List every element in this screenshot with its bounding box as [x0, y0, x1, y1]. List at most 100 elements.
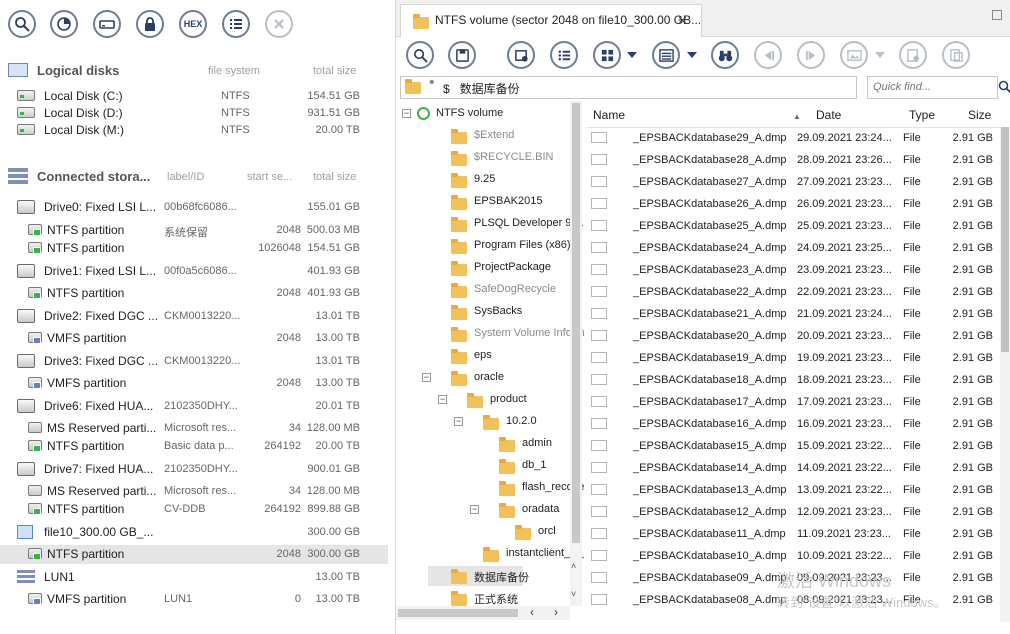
tree-node[interactable]: SafeDogRecycle: [396, 280, 584, 300]
tree-node[interactable]: admin: [396, 434, 584, 454]
previous-button[interactable]: [754, 41, 782, 69]
file-row[interactable]: _EPSBACKdatabase11_A.dmp 11.09.2021 23:23…: [587, 523, 997, 545]
tree-node[interactable]: instantclient_11_2: [396, 544, 584, 564]
scan-button[interactable]: [50, 10, 78, 38]
dropdown-caret-icon[interactable]: [687, 52, 697, 58]
storage-item[interactable]: file10_300.00 GB_... 300.00 GB: [0, 523, 388, 542]
tree-node[interactable]: PLSQL Developer 9.0.4.: [396, 214, 584, 234]
collapse-icon[interactable]: −: [438, 395, 447, 404]
search-icon[interactable]: [998, 80, 1010, 94]
tree-scroll-down-icon[interactable]: ˅: [571, 589, 576, 599]
file-row[interactable]: _EPSBACKdatabase22_A.dmp 22.09.2021 23:23…: [587, 281, 997, 303]
file-row[interactable]: _EPSBACKdatabase21_A.dmp 21.09.2021 23:24…: [587, 303, 997, 325]
preview-button[interactable]: [840, 41, 868, 69]
tree-node[interactable]: $Extend: [396, 126, 584, 146]
tree-node[interactable]: − oradata: [396, 500, 584, 520]
col-total-size-2[interactable]: total size: [313, 171, 356, 183]
tree-horizontal-scrollbar[interactable]: ‹ ›: [396, 605, 570, 620]
mount-button[interactable]: [93, 10, 121, 38]
file-row[interactable]: _EPSBACKdatabase19_A.dmp 19.09.2021 23:23…: [587, 347, 997, 369]
logical-disk-item[interactable]: Local Disk (M:) NTFS 20.00 TB: [0, 121, 388, 140]
tree-node[interactable]: flash_recovery: [396, 478, 584, 498]
partition-item[interactable]: NTFS partition 1026048 154.51 GB: [0, 239, 388, 258]
tree-node[interactable]: − NTFS volume: [396, 104, 584, 124]
tree-node[interactable]: ProjectPackage: [396, 258, 584, 278]
col-size[interactable]: Size: [968, 108, 991, 122]
file-row[interactable]: _EPSBACKdatabase16_A.dmp 16.09.2021 23:23…: [587, 413, 997, 435]
partition-item[interactable]: NTFS partition 2048 300.00 GB: [0, 545, 388, 564]
scroll-left-icon[interactable]: ‹: [530, 605, 534, 619]
file-row[interactable]: _EPSBACKdatabase20_A.dmp 20.09.2021 23:23…: [587, 325, 997, 347]
partition-item[interactable]: NTFS partition 系统保留 2048 500.03 MB: [0, 221, 388, 240]
find-button[interactable]: [406, 41, 434, 69]
detail-view-button[interactable]: [652, 41, 680, 69]
tree-node[interactable]: 9.25: [396, 170, 584, 190]
tree-node[interactable]: orcl: [396, 522, 584, 542]
file-row[interactable]: _EPSBACKdatabase27_A.dmp 27.09.2021 23:23…: [587, 171, 997, 193]
search-binoculars-button[interactable]: [711, 41, 739, 69]
tree-node[interactable]: − product: [396, 390, 584, 410]
view-mode-button[interactable]: [593, 41, 621, 69]
tree-vertical-scrollbar[interactable]: ˄ ˅: [570, 101, 582, 606]
hex-button[interactable]: HEX: [179, 10, 207, 38]
col-label-id[interactable]: label/ID: [167, 171, 204, 183]
file-row[interactable]: _EPSBACKdatabase25_A.dmp 25.09.2021 23:23…: [587, 215, 997, 237]
list-scroll-thumb[interactable]: [1001, 127, 1009, 352]
next-button[interactable]: [797, 41, 825, 69]
collapse-icon[interactable]: −: [402, 109, 411, 118]
file-row[interactable]: _EPSBACKdatabase24_A.dmp 24.09.2021 23:25…: [587, 237, 997, 259]
tree-node[interactable]: $RECYCLE.BIN: [396, 148, 584, 168]
tree-node[interactable]: − 10.2.0: [396, 412, 584, 432]
file-row[interactable]: _EPSBACKdatabase15_A.dmp 15.09.2021 23:22…: [587, 435, 997, 457]
lock-button[interactable]: [136, 10, 164, 38]
dropdown-caret-icon[interactable]: [627, 52, 637, 58]
tree-node[interactable]: db_1: [396, 456, 584, 476]
storage-item[interactable]: Drive0: Fixed LSI L... 00b68fc6086... 155.…: [0, 198, 388, 217]
tree-hscroll-thumb[interactable]: [398, 609, 518, 617]
close-button[interactable]: [265, 10, 293, 38]
save-button[interactable]: [448, 41, 476, 69]
collapse-icon[interactable]: −: [454, 417, 463, 426]
col-file-system[interactable]: file system: [208, 65, 260, 77]
partition-item[interactable]: NTFS partition CV-DDB 264192 899.88 GB: [0, 500, 388, 519]
col-name[interactable]: Name: [593, 108, 625, 122]
partition-item[interactable]: VMFS partition 2048 13.00 TB: [0, 374, 388, 393]
col-start-sector[interactable]: start se...: [247, 171, 292, 183]
partition-item[interactable]: VMFS partition 2048 13.00 TB: [0, 329, 388, 348]
file-row[interactable]: _EPSBACKdatabase13_A.dmp 13.09.2021 23:22…: [587, 479, 997, 501]
tree-node[interactable]: eps: [396, 346, 584, 366]
storage-item[interactable]: Drive6: Fixed HUA... 2102350DHY... 20.01 T…: [0, 397, 388, 416]
collapse-icon[interactable]: −: [422, 373, 431, 382]
quick-find-input[interactable]: [871, 80, 975, 94]
path-bar[interactable]: • $ 数据库备份: [400, 74, 857, 99]
file-row[interactable]: _EPSBACKdatabase10_A.dmp 10.09.2021 23:22…: [587, 545, 997, 567]
tab-close-icon[interactable]: ✕: [677, 13, 688, 29]
copy-button[interactable]: [942, 41, 970, 69]
partition-item[interactable]: NTFS partition 2048 401.93 GB: [0, 284, 388, 303]
storage-item[interactable]: LUN1 13.00 TB: [0, 568, 388, 587]
export-button[interactable]: [899, 41, 927, 69]
tab-ntfs-volume[interactable]: NTFS volume (sector 2048 on file10_300.0…: [400, 4, 702, 37]
storage-item[interactable]: Drive3: Fixed DGC ... CKM0013220... 13.01 …: [0, 352, 388, 371]
file-row[interactable]: _EPSBACKdatabase12_A.dmp 12.09.2021 23:23…: [587, 501, 997, 523]
collapse-icon[interactable]: −: [470, 505, 479, 514]
col-date[interactable]: Date: [816, 108, 841, 122]
tree-node[interactable]: SysBacks: [396, 302, 584, 322]
col-total-size[interactable]: total size: [313, 65, 356, 77]
partition-item[interactable]: VMFS partition LUN1 0 13.00 TB: [0, 590, 388, 609]
list-button[interactable]: [222, 10, 250, 38]
tree-node[interactable]: − oracle: [396, 368, 584, 388]
recover-button[interactable]: [507, 41, 535, 69]
file-row[interactable]: _EPSBACKdatabase26_A.dmp 26.09.2021 23:23…: [587, 193, 997, 215]
partition-item[interactable]: MS Reserved parti... Microsoft res... 34 12…: [0, 419, 388, 438]
storage-item[interactable]: Drive7: Fixed HUA... 2102350DHY... 900.01 …: [0, 460, 388, 479]
file-row[interactable]: _EPSBACKdatabase29_A.dmp 29.09.2021 23:24…: [587, 127, 997, 149]
file-row[interactable]: _EPSBACKdatabase23_A.dmp 23.09.2021 23:23…: [587, 259, 997, 281]
tree-node[interactable]: Program Files (x86): [396, 236, 584, 256]
file-row[interactable]: _EPSBACKdatabase18_A.dmp 18.09.2021 23:23…: [587, 369, 997, 391]
checklist-button[interactable]: [550, 41, 578, 69]
tree-scroll-thumb[interactable]: [572, 103, 580, 543]
scroll-right-icon[interactable]: ›: [554, 605, 558, 619]
storage-item[interactable]: Drive1: Fixed LSI L... 00f0a5c6086... 401.…: [0, 262, 388, 281]
tree-node[interactable]: 数据库备份: [428, 566, 529, 586]
